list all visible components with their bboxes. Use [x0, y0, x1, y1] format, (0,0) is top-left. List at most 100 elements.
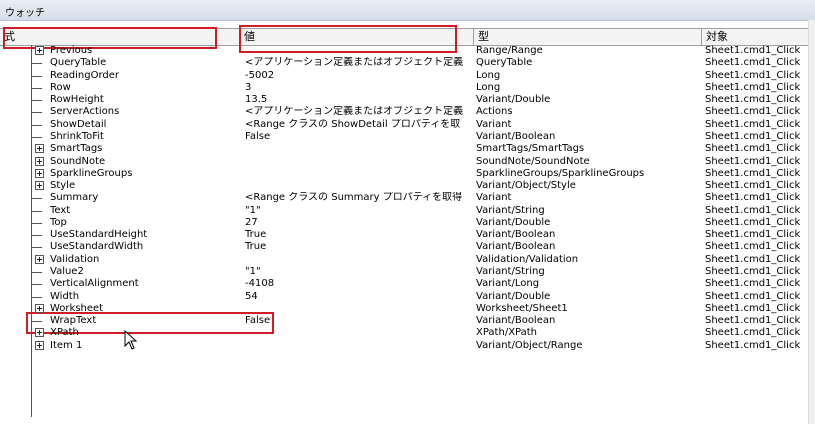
row-type: Variant/Double	[476, 216, 551, 228]
row-type: Variant	[476, 118, 512, 130]
expand-plus-icon[interactable]	[35, 181, 44, 191]
expand-plus-icon[interactable]	[35, 340, 44, 350]
watch-row[interactable]: Previous Range/Range Sheet1.cmd1_Click	[0, 45, 815, 57]
row-type: Variant/Boolean	[476, 315, 556, 327]
watch-row[interactable]: Row 3 Long Sheet1.cmd1_Click	[0, 82, 815, 94]
tree-branch-icon	[32, 112, 42, 114]
watch-row[interactable]: Value2 "1" Variant/String Sheet1.cmd1_Click	[0, 266, 815, 278]
watch-row[interactable]: Summary <Range クラスの Summary プロパティを取得 Varia…	[0, 192, 815, 204]
watch-row[interactable]: UseStandardHeight True Variant/Boolean Shee…	[0, 229, 815, 241]
expand-plus-icon[interactable]	[35, 46, 44, 55]
row-expression: Row	[50, 81, 71, 93]
row-expression: Validation	[50, 253, 100, 265]
row-context: Sheet1.cmd1_Click	[705, 266, 801, 278]
watch-row[interactable]: Top 27 Variant/Double Sheet1.cmd1_Click	[0, 217, 815, 229]
row-expression: Previous	[50, 45, 93, 56]
row-value: True	[245, 241, 267, 253]
row-expression: Value2	[50, 266, 84, 278]
row-expression: VerticalAlignment	[50, 278, 139, 290]
watch-row[interactable]: ServerActions <アプリケーション定義またはオブジェクト定義 Actio…	[0, 106, 815, 118]
row-value	[245, 168, 473, 180]
watch-row[interactable]: SmartTags SmartTags/SmartTags Sheet1.cmd1_…	[0, 143, 815, 155]
tree-branch-icon	[32, 247, 42, 249]
row-context: Sheet1.cmd1_Click	[705, 143, 801, 155]
watch-row[interactable]: Style Variant/Object/Style Sheet1.cmd1_Cli…	[0, 180, 815, 192]
row-type: Variant/String	[476, 204, 545, 216]
row-type: SparklineGroups/SparklineGroups	[476, 167, 645, 179]
watch-row[interactable]: Worksheet Worksheet/Sheet1 Sheet1.cmd1_Cli…	[0, 303, 815, 315]
row-context: Sheet1.cmd1_Click	[705, 155, 801, 167]
row-context: Sheet1.cmd1_Click	[705, 180, 801, 192]
expand-plus-icon[interactable]	[35, 144, 44, 154]
row-value	[245, 180, 473, 192]
window-title: ウォッチ	[5, 8, 45, 19]
row-type: Long	[476, 81, 501, 93]
row-value: True	[245, 229, 267, 241]
watch-row[interactable]: ShrinkToFit False Variant/Boolean Sheet1.cm…	[0, 131, 815, 143]
row-expression: ServerActions	[50, 106, 120, 118]
watch-row[interactable]: QueryTable <アプリケーション定義またはオブジェクト定義 QueryTab…	[0, 57, 815, 69]
row-expression: Style	[50, 180, 76, 192]
expand-plus-icon[interactable]	[35, 168, 44, 178]
column-header-context[interactable]: 対象	[702, 29, 808, 45]
row-type: Variant/Object/Style	[476, 180, 576, 192]
row-value	[245, 143, 473, 155]
row-type: Variant/Boolean	[476, 229, 556, 241]
tree-branch-icon	[32, 222, 42, 224]
row-context: Sheet1.cmd1_Click	[705, 69, 801, 81]
row-context: Sheet1.cmd1_Click	[705, 315, 801, 327]
watch-row[interactable]: XPath XPath/XPath Sheet1.cmd1_Click	[0, 327, 815, 339]
expand-plus-icon[interactable]	[35, 303, 44, 313]
watch-row[interactable]: SoundNote SoundNote/SoundNote Sheet1.cmd1_…	[0, 156, 815, 168]
row-expression: XPath	[50, 327, 79, 339]
watch-row[interactable]: RowHeight 13.5 Variant/Double Sheet1.cmd1_C…	[0, 94, 815, 106]
watch-row[interactable]: ShowDetail <Range クラスの ShowDetail プロパティを取…	[0, 119, 815, 131]
tree-branch-icon	[32, 284, 42, 286]
row-context: Sheet1.cmd1_Click	[705, 253, 801, 265]
row-expression: ReadingOrder	[50, 69, 120, 81]
watch-row[interactable]: SparklineGroups SparklineGroups/Sparkline…	[0, 168, 815, 180]
watch-row[interactable]: ReadingOrder -5002 Long Sheet1.cmd1_Click	[0, 70, 815, 82]
tree-branch-icon	[32, 124, 42, 126]
tree-branch-icon	[32, 272, 42, 274]
row-context: Sheet1.cmd1_Click	[705, 57, 801, 69]
row-value: -4108	[245, 278, 275, 290]
row-type: Worksheet/Sheet1	[476, 302, 568, 314]
watch-row[interactable]: Validation Validation/Validation Sheet1.cm…	[0, 254, 815, 266]
row-type: SoundNote/SoundNote	[476, 155, 590, 167]
row-value	[245, 327, 473, 339]
row-value	[245, 303, 473, 315]
watch-row[interactable]: WrapText False Variant/Boolean Sheet1.cmd1_…	[0, 315, 815, 327]
watch-row[interactable]: VerticalAlignment -4108 Variant/Long Sheet1…	[0, 278, 815, 290]
expand-plus-icon[interactable]	[35, 254, 44, 264]
tree-branch-icon	[32, 296, 42, 298]
column-header-value[interactable]: 値	[240, 29, 474, 45]
row-context: Sheet1.cmd1_Click	[705, 167, 801, 179]
column-header: 式 値 型 対象	[0, 28, 808, 46]
row-expression: Worksheet	[50, 302, 104, 314]
row-value: 13.5	[245, 94, 268, 106]
watch-row[interactable]: Width 54 Variant/Double Sheet1.cmd1_Click	[0, 291, 815, 303]
watch-row[interactable]: Text "1" Variant/String Sheet1.cmd1_Click	[0, 205, 815, 217]
row-expression: Width	[50, 290, 80, 302]
tree-branch-icon	[32, 63, 42, 65]
row-expression: UseStandardWidth	[50, 241, 144, 253]
row-context: Sheet1.cmd1_Click	[705, 118, 801, 130]
vertical-scrollbar[interactable]	[808, 20, 815, 424]
row-expression: SmartTags	[50, 143, 103, 155]
watch-row[interactable]: Item 1 Variant/Object/Range Sheet1.cmd1_Cl…	[0, 340, 815, 352]
mouse-cursor-icon	[124, 330, 138, 350]
row-type: Variant	[476, 192, 512, 204]
row-context: Sheet1.cmd1_Click	[705, 130, 801, 142]
tree-branch-icon	[32, 198, 42, 200]
watch-rows: Previous Range/Range Sheet1.cmd1_Click Quer…	[0, 45, 815, 424]
row-type: Actions	[476, 106, 513, 118]
column-header-type[interactable]: 型	[474, 29, 702, 45]
watch-row[interactable]: UseStandardWidth True Variant/Boolean Sheet…	[0, 241, 815, 253]
expand-plus-icon[interactable]	[35, 328, 44, 338]
row-context: Sheet1.cmd1_Click	[705, 327, 801, 339]
row-context: Sheet1.cmd1_Click	[705, 106, 801, 118]
column-header-expr[interactable]: 式	[0, 29, 240, 45]
expand-plus-icon[interactable]	[35, 156, 44, 166]
row-expression: SoundNote	[50, 155, 106, 167]
